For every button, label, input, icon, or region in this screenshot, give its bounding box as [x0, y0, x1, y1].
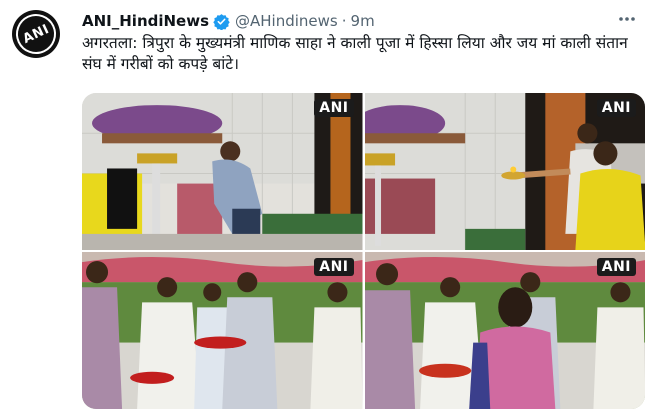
- photo-2[interactable]: ANI: [364, 93, 645, 250]
- tweet-header: ANI_HindiNews @AHindinews · 9m: [82, 11, 375, 31]
- more-options-icon[interactable]: [616, 10, 638, 28]
- author-name[interactable]: ANI_HindiNews: [82, 12, 209, 30]
- photo-4[interactable]: ANI: [364, 252, 645, 409]
- photo-2-watermark: ANI: [596, 99, 636, 117]
- ani-logo: ANI: [9, 7, 63, 61]
- profile-avatar[interactable]: ANI: [9, 7, 63, 61]
- author-handle[interactable]: @AHindinews: [235, 12, 338, 30]
- verified-badge-icon: [213, 13, 230, 30]
- photo-4-watermark: ANI: [596, 258, 636, 276]
- photo-3-watermark: ANI: [314, 258, 354, 276]
- tweet-text: अगरतला: त्रिपुरा के मुख्यमंत्री माणिक सा…: [82, 34, 628, 73]
- photo-1[interactable]: ANI: [82, 93, 363, 250]
- photo-3[interactable]: ANI: [82, 252, 363, 409]
- separator-dot: ·: [341, 12, 347, 30]
- photo-1-watermark: ANI: [314, 99, 354, 117]
- avatar-logo-text: ANI: [20, 21, 52, 47]
- tweet-timestamp[interactable]: 9m: [351, 12, 375, 30]
- media-grid: ANI ANI ANI ANI: [82, 93, 645, 409]
